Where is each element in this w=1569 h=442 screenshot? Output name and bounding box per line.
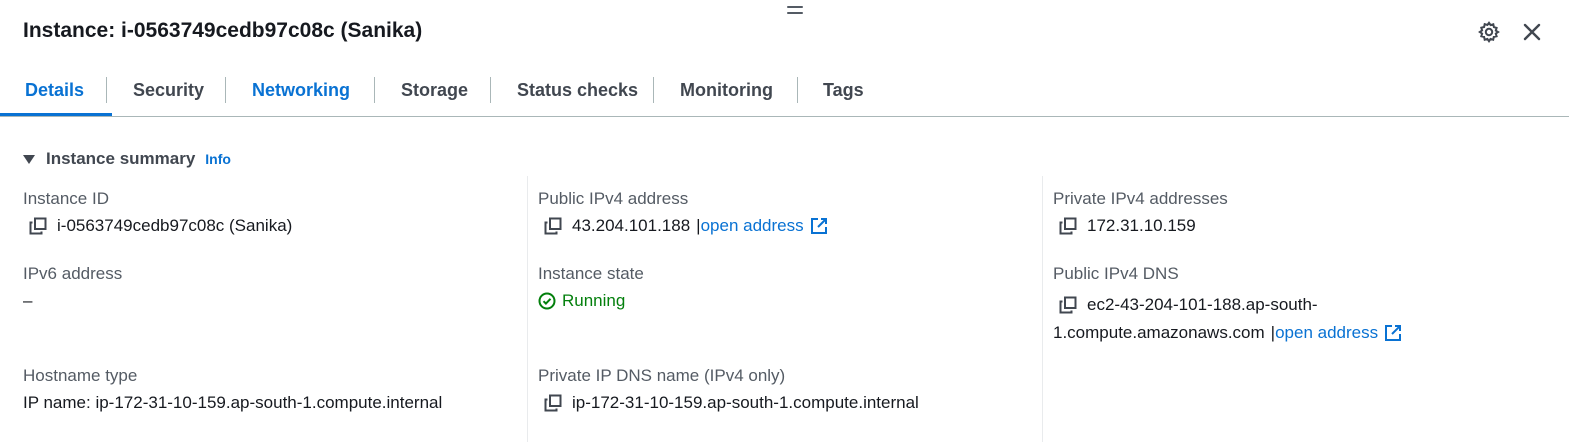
tab-networking[interactable]: Networking <box>250 70 352 115</box>
field-label: Private IPv4 addresses <box>1053 189 1228 208</box>
field-label: Public IPv4 DNS <box>1053 264 1179 283</box>
field-instance-state: Instance state Running <box>538 264 644 311</box>
drag-handle-icon[interactable] <box>787 6 803 16</box>
tab-separator <box>106 77 107 103</box>
field-private-ipv4: Private IPv4 addresses 172.31.10.159 <box>1053 189 1228 236</box>
page-title: Instance: i-0563749cedb97c08c (Sanika) <box>23 19 423 42</box>
private-dns-value: ip-172-31-10-159.ap-south-1.compute.inte… <box>572 393 919 412</box>
external-link-icon <box>810 217 828 235</box>
open-address-link[interactable]: open address <box>701 216 828 236</box>
open-address-label: open address <box>1275 323 1379 342</box>
public-dns-value-line2: 1.compute.amazonaws.com <box>1053 323 1265 342</box>
external-link-icon <box>1384 324 1402 342</box>
instance-id-value: i-0563749cedb97c08c (Sanika) <box>57 216 293 235</box>
status-badge: Running <box>538 291 644 311</box>
check-circle-icon <box>538 292 556 310</box>
info-link[interactable]: Info <box>205 151 231 167</box>
field-label: Instance ID <box>23 189 109 208</box>
column-divider <box>527 176 528 442</box>
field-label: Hostname type <box>23 366 138 385</box>
copy-icon[interactable] <box>1059 296 1077 314</box>
public-dns-value-line1: ec2-43-204-101-188.ap-south- <box>1087 295 1318 314</box>
copy-icon[interactable] <box>544 217 562 235</box>
field-label: Public IPv4 address <box>538 189 689 208</box>
tab-separator <box>653 77 654 103</box>
public-ipv4-value: 43.204.101.188 <box>572 216 691 235</box>
caret-down-icon <box>23 154 35 164</box>
section-title: Instance summary <box>46 149 196 168</box>
close-icon[interactable] <box>1520 20 1544 44</box>
field-label: IPv6 address <box>23 264 123 283</box>
field-label: Instance state <box>538 264 644 283</box>
field-public-dns: Public IPv4 DNS ec2-43-204-101-188.ap-so… <box>1053 264 1443 347</box>
tab-security[interactable]: Security <box>131 70 206 115</box>
tab-separator <box>374 77 375 103</box>
tab-storage[interactable]: Storage <box>399 70 470 115</box>
tab-separator <box>490 77 491 103</box>
tab-tags[interactable]: Tags <box>821 70 866 115</box>
tab-details[interactable]: Details <box>0 70 113 116</box>
private-ipv4-value: 172.31.10.159 <box>1087 216 1196 235</box>
instance-summary-toggle[interactable]: Instance summary Info <box>23 148 231 170</box>
copy-icon[interactable] <box>1059 217 1077 235</box>
hostname-type-value: IP name: ip-172-31-10-159.ap-south-1.com… <box>23 393 443 412</box>
tab-separator <box>225 77 226 103</box>
copy-icon[interactable] <box>544 394 562 412</box>
field-instance-id: Instance ID i-0563749cedb97c08c (Sanika) <box>23 189 292 236</box>
instance-state-value: Running <box>562 291 626 310</box>
tab-status-checks[interactable]: Status checks <box>515 70 640 115</box>
copy-icon[interactable] <box>29 217 47 235</box>
field-public-ipv4: Public IPv4 address 43.204.101.188 | ope… <box>538 189 828 236</box>
field-private-dns: Private IP DNS name (IPv4 only) ip-172-3… <box>538 366 919 413</box>
tab-separator <box>797 77 798 103</box>
column-divider <box>1042 176 1043 442</box>
field-ipv6: IPv6 address – <box>23 264 122 311</box>
open-address-label: open address <box>700 216 804 235</box>
field-label: Private IP DNS name (IPv4 only) <box>538 366 786 385</box>
tab-monitoring[interactable]: Monitoring <box>678 70 775 115</box>
gear-icon[interactable] <box>1477 20 1501 44</box>
ipv6-value: – <box>23 291 33 310</box>
field-hostname-type: Hostname type IP name: ip-172-31-10-159.… <box>23 366 442 413</box>
tab-bar: Details Security Networking Storage Stat… <box>0 70 1569 117</box>
open-address-link[interactable]: open address <box>1275 319 1402 347</box>
